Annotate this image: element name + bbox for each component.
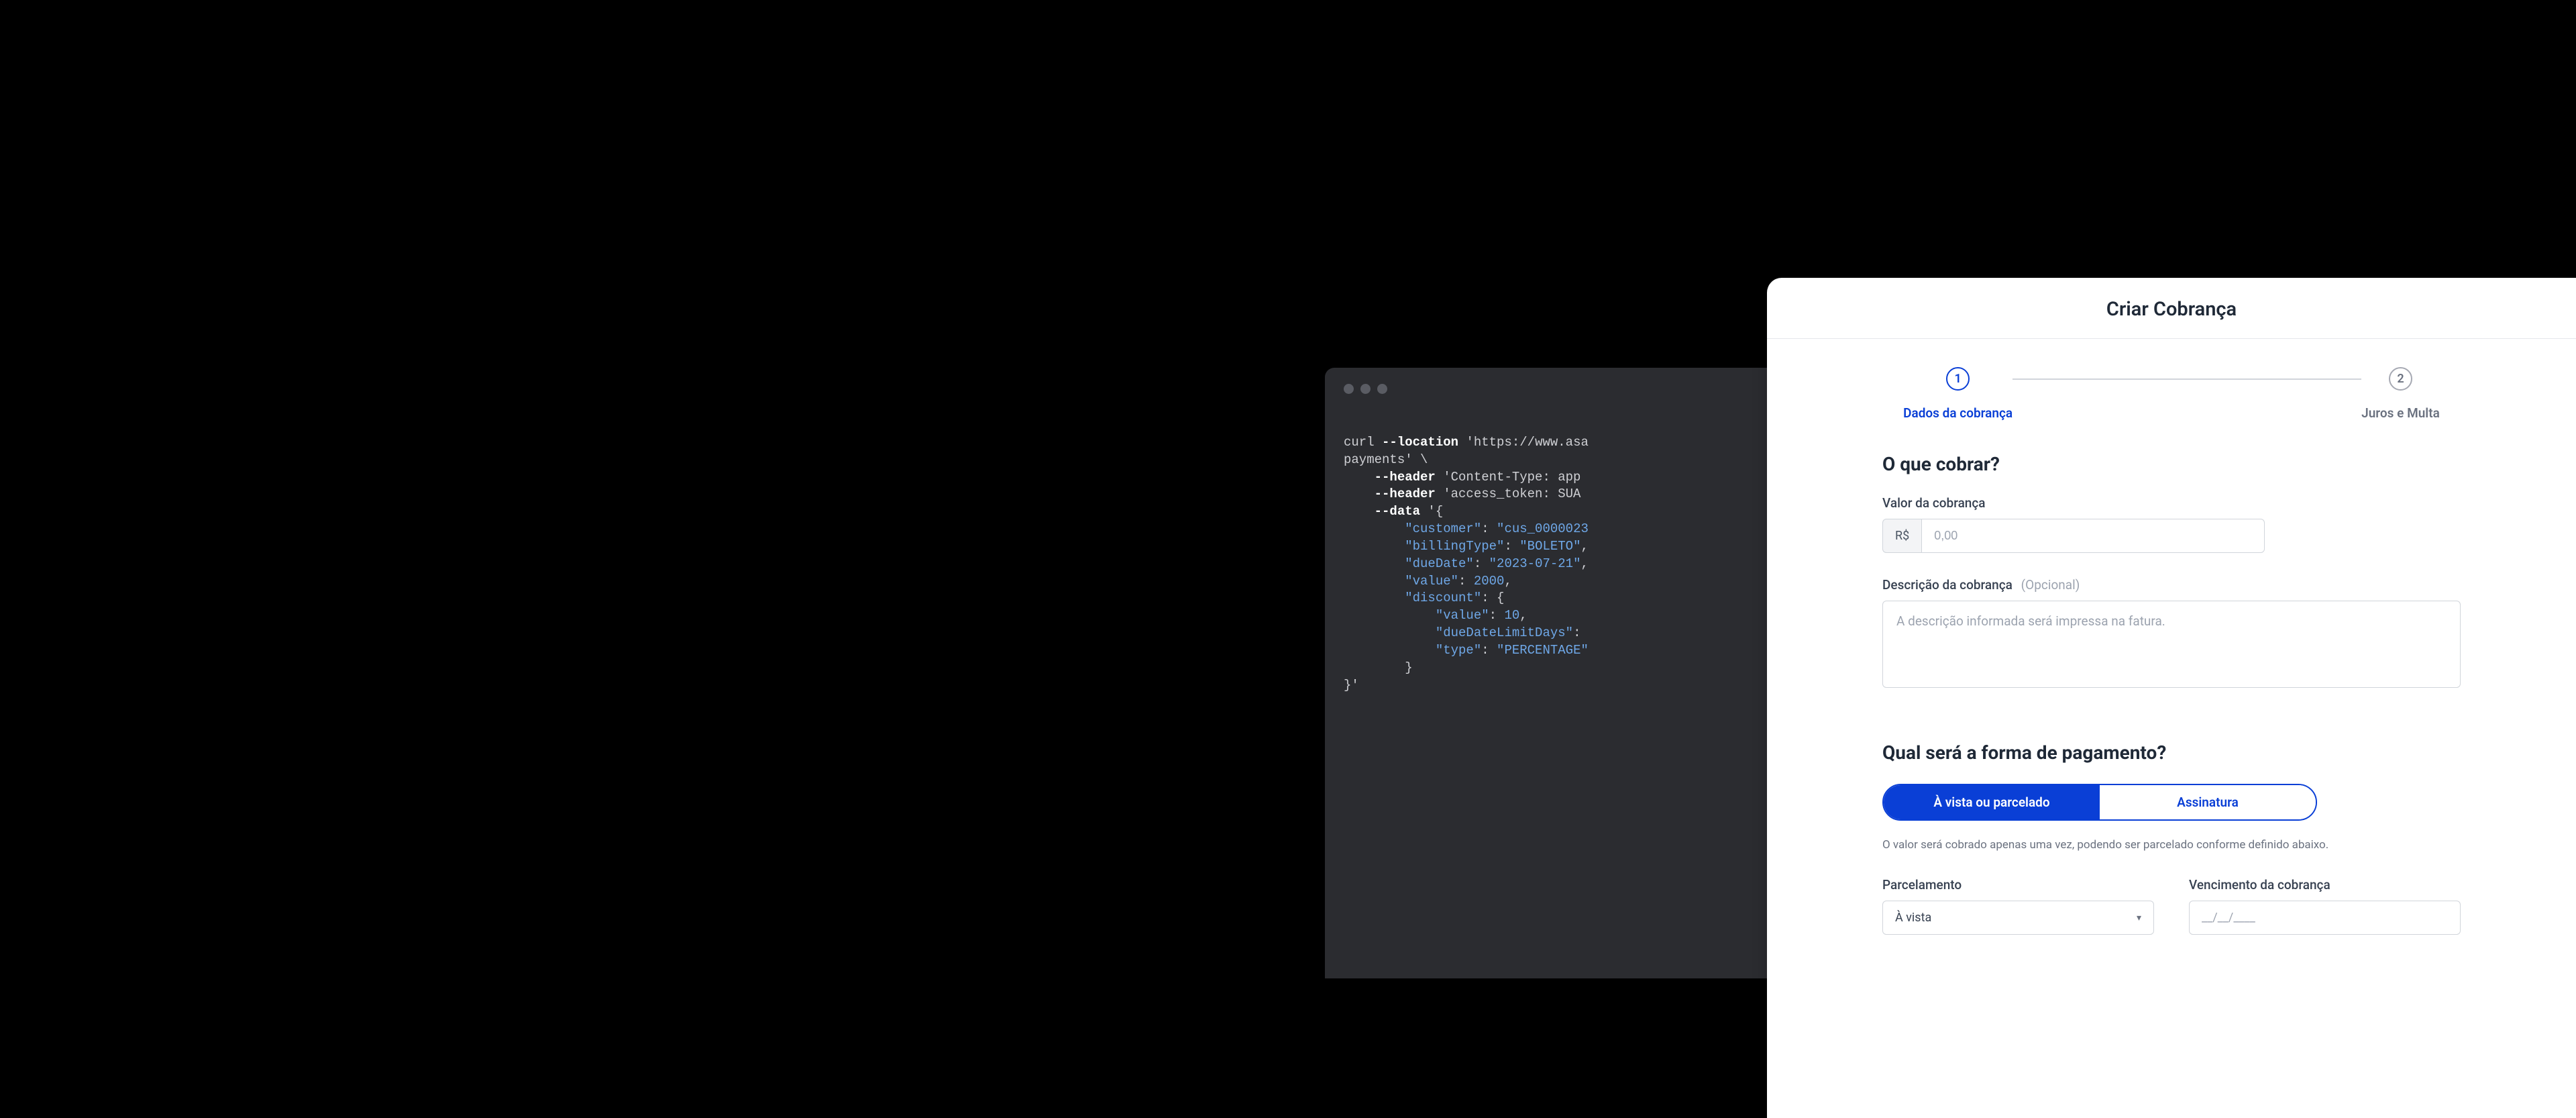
step-number: 2 bbox=[2389, 367, 2412, 391]
step-label: Juros e Multa bbox=[2361, 405, 2440, 421]
step-1[interactable]: 1 Dados da cobrança bbox=[1903, 367, 2012, 421]
vencimento-label: Vencimento da cobrança bbox=[2189, 877, 2461, 893]
traffic-light-dot bbox=[1344, 384, 1354, 394]
payment-row: Parcelamento À vista ▾ Vencimento da cob… bbox=[1882, 877, 2461, 935]
code-line: "discount": { bbox=[1344, 590, 1776, 607]
window-controls bbox=[1344, 384, 1776, 394]
terminal-window: curl --location 'https://www.asa payment… bbox=[1325, 368, 1794, 978]
code-line: "billingType": "BOLETO", bbox=[1344, 538, 1776, 556]
descricao-textarea[interactable] bbox=[1882, 601, 2461, 688]
code-line: --header 'access_token: SUA bbox=[1344, 486, 1776, 503]
code-line: "value": 2000, bbox=[1344, 573, 1776, 591]
valor-input[interactable] bbox=[1921, 519, 2265, 553]
code-line: } bbox=[1344, 660, 1776, 677]
create-charge-panel: Criar Cobrança 1 Dados da cobrança 2 Jur… bbox=[1767, 278, 2576, 1118]
descricao-label: Descrição da cobrança (Opcional) bbox=[1882, 577, 2461, 593]
parcelamento-select[interactable]: À vista ▾ bbox=[1882, 901, 2154, 935]
vencimento-input[interactable]: __/__/____ bbox=[2189, 901, 2461, 935]
section-title-payment: Qual será a forma de pagamento? bbox=[1882, 742, 2461, 764]
code-line: "type": "PERCENTAGE" bbox=[1344, 642, 1776, 660]
vencimento-col: Vencimento da cobrança __/__/____ bbox=[2189, 877, 2461, 935]
payment-type-toggle: À vista ou parcelado Assinatura bbox=[1882, 784, 2317, 821]
stepper: 1 Dados da cobrança 2 Juros e Multa bbox=[1767, 339, 2576, 441]
code-line: "customer": "cus_0000023 bbox=[1344, 521, 1776, 538]
valor-input-group: R$ bbox=[1882, 519, 2265, 553]
currency-prefix: R$ bbox=[1882, 519, 1921, 553]
traffic-light-dot bbox=[1360, 384, 1371, 394]
code-line: }' bbox=[1344, 677, 1776, 695]
optional-hint: (Opcional) bbox=[2021, 577, 2080, 593]
toggle-assinatura[interactable]: Assinatura bbox=[2100, 785, 2316, 819]
code-line: "value": 10, bbox=[1344, 607, 1776, 625]
code-line: curl --location 'https://www.asa bbox=[1344, 434, 1776, 452]
traffic-light-dot bbox=[1377, 384, 1387, 394]
code-line: payments' \ bbox=[1344, 452, 1776, 469]
valor-label: Valor da cobrança bbox=[1882, 495, 2461, 511]
parcelamento-value: À vista bbox=[1895, 911, 1931, 925]
code-line: --data '{ bbox=[1344, 503, 1776, 521]
parcelamento-col: Parcelamento À vista ▾ bbox=[1882, 877, 2154, 935]
panel-header: Criar Cobrança bbox=[1767, 278, 2576, 339]
code-line: "dueDate": "2023-07-21", bbox=[1344, 556, 1776, 573]
form-body: O que cobrar? Valor da cobrança R$ Descr… bbox=[1767, 453, 2576, 935]
descricao-label-text: Descrição da cobrança bbox=[1882, 577, 2012, 593]
step-label: Dados da cobrança bbox=[1903, 405, 2012, 421]
step-2[interactable]: 2 Juros e Multa bbox=[2361, 367, 2440, 421]
panel-title: Criar Cobrança bbox=[1767, 298, 2576, 321]
section-title-what: O que cobrar? bbox=[1882, 453, 2461, 475]
toggle-avista[interactable]: À vista ou parcelado bbox=[1884, 785, 2100, 819]
step-connector bbox=[2012, 378, 2361, 380]
parcelamento-label: Parcelamento bbox=[1882, 877, 2154, 893]
chevron-down-icon: ▾ bbox=[2137, 913, 2141, 923]
step-number: 1 bbox=[1946, 367, 1970, 391]
code-line: "dueDateLimitDays": bbox=[1344, 625, 1776, 642]
payment-helper-text: O valor será cobrado apenas uma vez, pod… bbox=[1882, 838, 2461, 852]
code-line: --header 'Content-Type: app bbox=[1344, 469, 1776, 487]
